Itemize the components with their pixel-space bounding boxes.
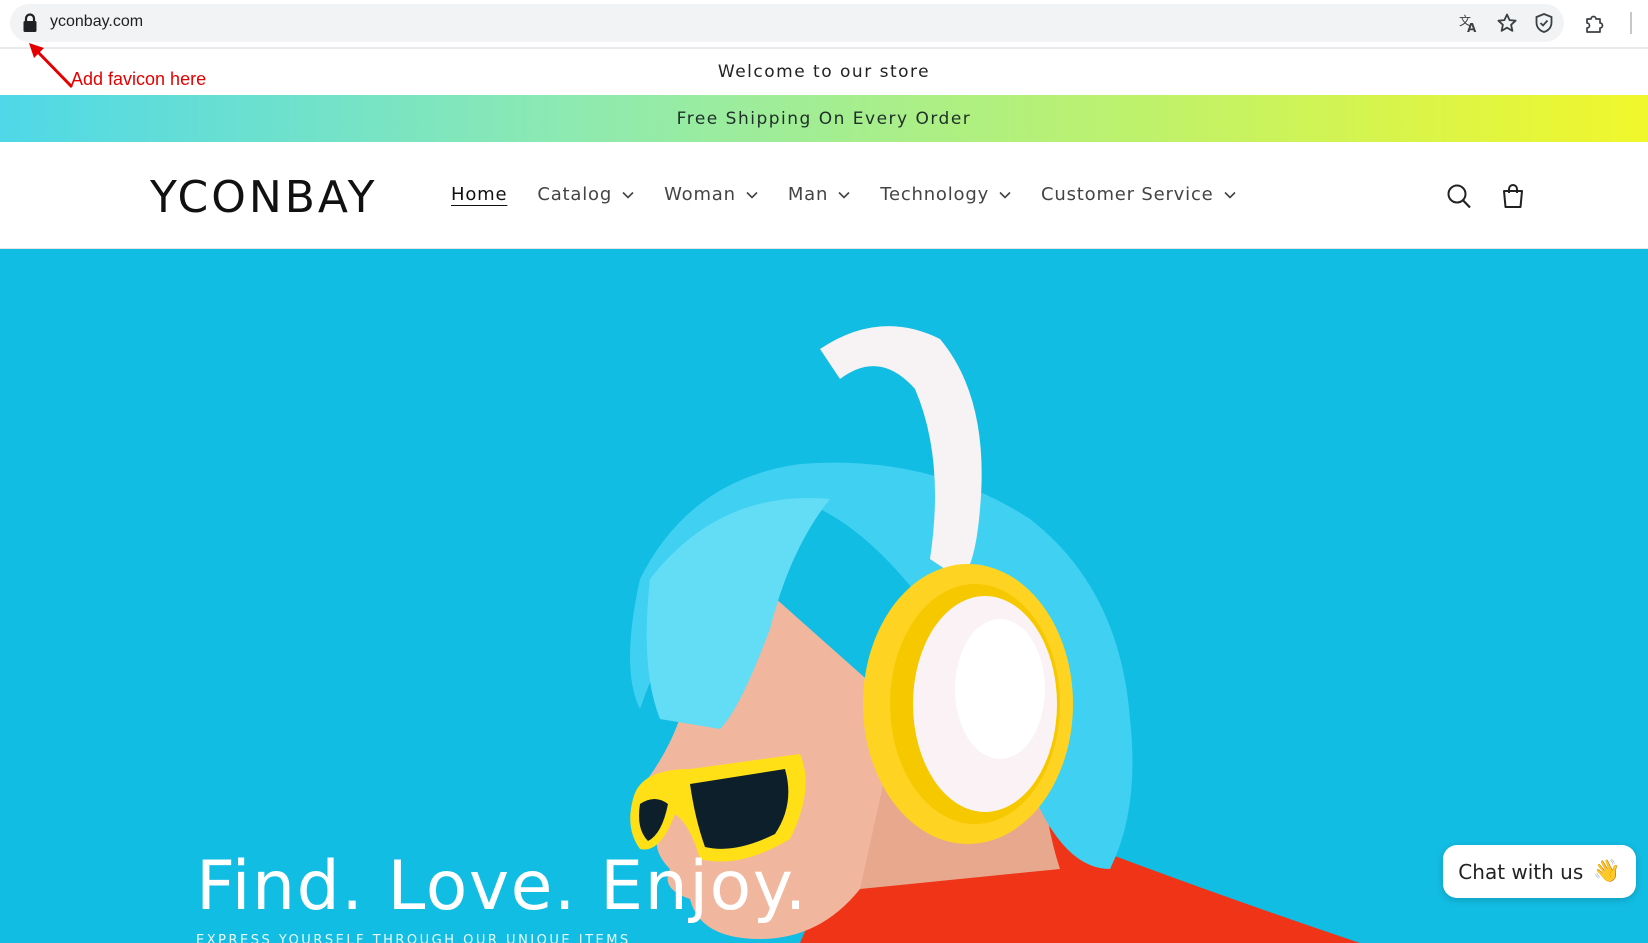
translate-icon[interactable]: 文 A (1458, 12, 1480, 34)
chevron-down-icon (999, 191, 1011, 199)
store-logo[interactable]: YCONBAY (150, 172, 378, 223)
star-icon[interactable] (1496, 12, 1518, 34)
hero-banner: Find. Love. Enjoy. EXPRESS YOURSELF THRO… (0, 249, 1648, 943)
nav-item-label: Home (451, 184, 508, 205)
lock-icon[interactable] (22, 13, 38, 33)
cart-icon[interactable] (1500, 182, 1526, 210)
hero-title: Find. Love. Enjoy. (196, 847, 808, 926)
browser-toolbar: yconbay.com 文 A (0, 0, 1648, 49)
chevron-down-icon (746, 191, 758, 199)
nav-item-home[interactable]: Home (451, 184, 507, 205)
hero-subtitle: EXPRESS YOURSELF THROUGH OUR UNIQUE ITEM… (196, 933, 631, 943)
chevron-down-icon (622, 191, 634, 199)
shipping-text: Free Shipping On Every Order (676, 108, 972, 129)
hero-image (630, 326, 1360, 943)
shield-icon[interactable] (1533, 12, 1555, 34)
extensions-icon[interactable] (1584, 12, 1606, 34)
nav-item-technology[interactable]: Technology (880, 184, 1011, 205)
welcome-announcement: Welcome to our store (0, 49, 1648, 95)
nav-item-label: Customer Service (1041, 184, 1214, 205)
waving-hand-icon: 👋 (1593, 859, 1621, 884)
chat-button[interactable]: Chat with us 👋 (1443, 845, 1636, 898)
nav-item-woman[interactable]: Woman (664, 184, 758, 205)
nav-item-label: Man (787, 184, 829, 205)
nav-item-catalog[interactable]: Catalog (537, 184, 634, 205)
toolbar-divider (1630, 12, 1632, 34)
chevron-down-icon (1223, 191, 1236, 199)
nav-item-label: Catalog (537, 184, 613, 205)
shipping-announcement: Free Shipping On Every Order (0, 95, 1648, 142)
nav-item-label: Woman (664, 184, 736, 205)
site-header: YCONBAY Home Catalog Woman Man Technolog… (0, 142, 1648, 249)
address-bar[interactable]: yconbay.com 文 A (10, 4, 1564, 42)
nav-item-customer-service[interactable]: Customer Service (1041, 184, 1236, 205)
svg-text:A: A (1467, 21, 1477, 34)
nav-item-label: Technology (880, 184, 990, 205)
chat-label: Chat with us (1458, 859, 1584, 884)
welcome-text: Welcome to our store (717, 62, 931, 82)
url-text[interactable]: yconbay.com (50, 13, 143, 31)
search-icon[interactable] (1446, 182, 1472, 210)
chevron-down-icon (838, 191, 850, 199)
nav-item-man[interactable]: Man (788, 184, 850, 205)
main-navigation: Home Catalog Woman Man Technology Custom… (451, 184, 1266, 205)
